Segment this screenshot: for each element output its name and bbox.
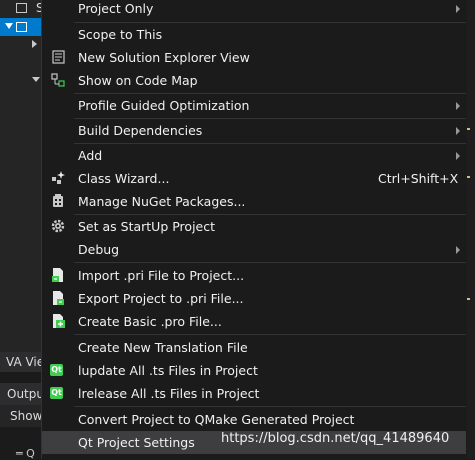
menu-item-create-basic-pro-file[interactable]: Create Basic .pro File... bbox=[42, 310, 466, 333]
menu-item-lupdate-all-ts-files[interactable]: Qt lupdate All .ts Files in Project bbox=[42, 359, 466, 382]
menu-item-label: Add bbox=[78, 148, 103, 163]
menu-item-convert-project-to-qmake[interactable]: Convert Project to QMake Generated Proje… bbox=[42, 408, 466, 431]
menu-item-new-solution-explorer-view[interactable]: New Solution Explorer View bbox=[42, 46, 466, 69]
menu-item-label: Scope to This bbox=[78, 27, 163, 42]
menu-item-add[interactable]: Add bbox=[42, 144, 466, 167]
menu-item-label: lrelease All .ts Files in Project bbox=[78, 386, 260, 401]
collapse-arrow-icon[interactable] bbox=[5, 23, 13, 29]
menu-item-label: Set as StartUp Project bbox=[78, 219, 216, 234]
menu-item-import-pri-file[interactable]: Import .pri File to Project... bbox=[42, 264, 466, 287]
menu-item-scope-to-this[interactable]: Scope to This bbox=[42, 23, 466, 46]
menu-item-label: Convert Project to QMake Generated Proje… bbox=[78, 412, 355, 427]
project-context-menu: Project Only Scope to This New Solution … bbox=[41, 0, 467, 459]
menu-item-export-project-to-pri-file[interactable]: Export Project to .pri File... bbox=[42, 287, 466, 310]
code-map-icon bbox=[51, 73, 65, 87]
editor-margin bbox=[466, 0, 475, 459]
menu-item-label: Show on Code Map bbox=[78, 73, 198, 88]
tree-row-solution[interactable]: S bbox=[0, 0, 44, 18]
create-pro-icon bbox=[53, 314, 65, 328]
va-view-tab[interactable]: VA Vie bbox=[0, 352, 45, 372]
submenu-arrow-icon bbox=[456, 102, 460, 110]
solution-icon bbox=[16, 3, 27, 13]
menu-item-label: Profile Guided Optimization bbox=[78, 98, 250, 113]
menu-item-label: Debug bbox=[78, 242, 120, 257]
qt-icon: Qt bbox=[50, 387, 63, 399]
menu-item-class-wizard[interactable]: Class Wizard... Ctrl+Shift+X bbox=[42, 167, 466, 190]
menu-item-profile-guided-optimization[interactable]: Profile Guided Optimization bbox=[42, 94, 466, 117]
import-pri-icon bbox=[52, 268, 63, 282]
solution-explorer-panel: S bbox=[0, 0, 44, 352]
menu-item-label: Export Project to .pri File... bbox=[78, 291, 244, 306]
menu-item-label: Class Wizard... bbox=[78, 171, 170, 186]
submenu-arrow-icon bbox=[456, 246, 460, 254]
output-panel-title: Outpu bbox=[7, 387, 44, 401]
menu-item-label: Manage NuGet Packages... bbox=[78, 194, 246, 209]
gear-icon bbox=[51, 219, 65, 233]
class-wizard-icon bbox=[52, 171, 65, 184]
export-pri-icon bbox=[53, 291, 64, 305]
show-output-label: Show bbox=[10, 409, 43, 423]
collapse-arrow-icon[interactable] bbox=[32, 77, 40, 82]
menu-separator bbox=[74, 262, 466, 263]
submenu-arrow-icon bbox=[456, 127, 460, 135]
submenu-arrow-icon bbox=[456, 5, 460, 13]
output-show-bar[interactable]: Show bbox=[0, 405, 42, 427]
project-icon bbox=[16, 22, 27, 32]
nuget-icon bbox=[53, 194, 63, 207]
menu-separator bbox=[74, 334, 466, 335]
expand-arrow-icon[interactable] bbox=[32, 40, 37, 48]
menu-item-label: Import .pri File to Project... bbox=[78, 268, 245, 283]
menu-item-build-dependencies[interactable]: Build Dependencies bbox=[42, 119, 466, 142]
va-view-tab-label: VA Vie bbox=[6, 355, 45, 369]
menu-item-label: New Solution Explorer View bbox=[78, 50, 250, 65]
menu-item-manage-nuget-packages[interactable]: Manage NuGet Packages... bbox=[42, 190, 466, 213]
menu-item-label: Build Dependencies bbox=[78, 123, 203, 138]
menu-item-set-as-startup-project[interactable]: Set as StartUp Project bbox=[42, 215, 466, 238]
menu-separator bbox=[74, 406, 466, 407]
menu-item-label: lupdate All .ts Files in Project bbox=[78, 363, 258, 378]
menu-item-label: Create Basic .pro File... bbox=[78, 314, 222, 329]
menu-item-create-new-translation-file[interactable]: Create New Translation File bbox=[42, 336, 466, 359]
qt-icon: Qt bbox=[50, 364, 63, 376]
menu-item-label: Project Only bbox=[78, 1, 154, 16]
shortcut-label: Ctrl+Shift+X bbox=[378, 171, 459, 186]
menu-item-debug[interactable]: Debug bbox=[42, 238, 466, 261]
output-text-line: ═ Q bbox=[16, 447, 35, 460]
menu-item-label: Qt Project Settings bbox=[78, 435, 195, 450]
menu-item-show-on-code-map[interactable]: Show on Code Map bbox=[42, 69, 466, 92]
watermark-text: https://blog.csdn.net/qq_41489640 bbox=[221, 431, 450, 446]
menu-item-lrelease-all-ts-files[interactable]: Qt lrelease All .ts Files in Project bbox=[42, 382, 466, 405]
output-panel-header[interactable]: Outpu bbox=[0, 383, 44, 405]
tree-row-project-selected[interactable] bbox=[0, 18, 42, 36]
new-view-icon bbox=[52, 50, 65, 64]
menu-item-project-only[interactable]: Project Only bbox=[42, 0, 466, 20]
submenu-arrow-icon bbox=[456, 152, 460, 160]
menu-item-label: Create New Translation File bbox=[78, 340, 248, 355]
